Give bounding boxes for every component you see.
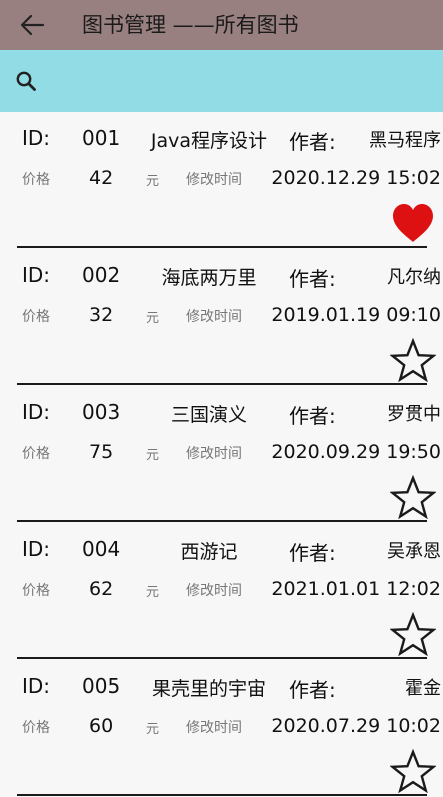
- modified-label: 修改时间: [186, 172, 242, 188]
- book-id: 002: [82, 263, 121, 287]
- price-label: 价格: [22, 583, 50, 599]
- book-id: 001: [82, 126, 121, 150]
- divider: [17, 520, 427, 522]
- book-price: 75: [89, 441, 114, 463]
- book-price: 62: [89, 578, 114, 600]
- author-label: 作者:: [289, 267, 336, 291]
- book-name: 三国演义: [170, 404, 247, 426]
- arrow-left-icon[interactable]: [18, 12, 46, 38]
- id-label: ID:: [22, 674, 51, 698]
- list-item[interactable]: ID: 003 三国演义 作者: 罗贯中 价格 75 元 修改时间 2020.0…: [0, 386, 443, 523]
- book-author: 凡尔纳: [387, 267, 441, 288]
- modified-time: 2020.07.29 10:02: [271, 715, 441, 737]
- app-bar: 图书管理 ——所有图书: [0, 0, 443, 50]
- divider: [17, 657, 427, 659]
- search-icon[interactable]: [15, 70, 37, 92]
- divider: [17, 246, 427, 248]
- book-author: 吴承恩: [387, 541, 441, 562]
- currency-label: 元: [146, 448, 160, 463]
- author-label: 作者:: [289, 678, 336, 702]
- book-id: 003: [82, 400, 121, 424]
- book-id: 005: [82, 674, 121, 698]
- author-label: 作者:: [289, 130, 336, 154]
- modified-time: 2020.12.29 15:02: [271, 167, 441, 189]
- heart-filled-icon[interactable]: [390, 201, 436, 245]
- list-item[interactable]: ID: 004 西游记 作者: 吴承恩 价格 62 元 修改时间 2021.01…: [0, 523, 443, 660]
- author-label: 作者:: [289, 404, 336, 428]
- modified-label: 修改时间: [186, 309, 242, 325]
- modified-label: 修改时间: [186, 720, 242, 736]
- book-price: 42: [89, 167, 114, 189]
- list-item[interactable]: ID: 005 果壳里的宇宙 作者: 霍金 价格 60 元 修改时间 2020.…: [0, 660, 443, 797]
- price-label: 价格: [22, 720, 50, 736]
- book-author: 黑马程序: [369, 130, 441, 151]
- modified-time: 2019.01.19 09:10: [271, 304, 441, 326]
- modified-label: 修改时间: [186, 583, 242, 599]
- divider: [17, 383, 427, 385]
- price-label: 价格: [22, 309, 50, 325]
- book-author: 罗贯中: [387, 404, 441, 425]
- star-outline-icon[interactable]: [390, 475, 436, 519]
- book-price: 32: [89, 304, 114, 326]
- book-name: Java程序设计: [150, 130, 268, 152]
- book-id: 004: [82, 537, 121, 561]
- modified-label: 修改时间: [186, 446, 242, 462]
- book-list: ID: 001 Java程序设计 作者: 黑马程序 价格 42 元 修改时间 2…: [0, 112, 443, 797]
- list-item[interactable]: ID: 001 Java程序设计 作者: 黑马程序 价格 42 元 修改时间 2…: [0, 112, 443, 249]
- price-label: 价格: [22, 172, 50, 188]
- currency-label: 元: [146, 311, 160, 326]
- book-name: 西游记: [180, 541, 238, 563]
- id-label: ID:: [22, 537, 51, 561]
- modified-time: 2021.01.01 12:02: [271, 578, 441, 600]
- book-price: 60: [89, 715, 114, 737]
- author-label: 作者:: [289, 541, 336, 565]
- book-name: 果壳里的宇宙: [151, 678, 266, 700]
- page-title: 图书管理 ——所有图书: [82, 13, 299, 37]
- currency-label: 元: [146, 585, 160, 600]
- price-label: 价格: [22, 446, 50, 462]
- id-label: ID:: [22, 263, 51, 287]
- star-outline-icon[interactable]: [390, 749, 436, 793]
- currency-label: 元: [146, 174, 160, 189]
- star-outline-icon[interactable]: [390, 612, 436, 656]
- list-item[interactable]: ID: 002 海底两万里 作者: 凡尔纳 价格 32 元 修改时间 2019.…: [0, 249, 443, 386]
- modified-time: 2020.09.29 19:50: [271, 441, 441, 463]
- book-author: 霍金: [405, 678, 441, 699]
- search-bar[interactable]: [0, 50, 443, 112]
- book-name: 海底两万里: [161, 267, 257, 289]
- currency-label: 元: [146, 722, 160, 737]
- divider: [17, 794, 427, 796]
- id-label: ID:: [22, 126, 51, 150]
- star-outline-icon[interactable]: [390, 338, 436, 382]
- id-label: ID:: [22, 400, 51, 424]
